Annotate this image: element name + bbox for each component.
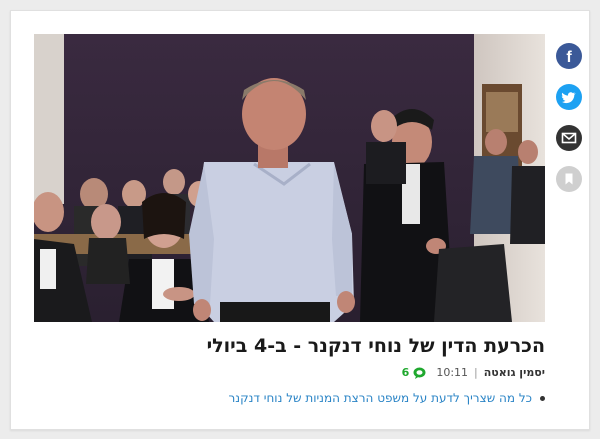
author-name[interactable]: יסמין גואטה — [484, 366, 545, 379]
comments-count: 6 — [401, 366, 410, 379]
twitter-share-button[interactable] — [556, 84, 582, 110]
share-bar: f — [556, 43, 582, 207]
related-article-link[interactable]: כל מה שצריך לדעת על משפט הרצת המניות של … — [229, 391, 532, 405]
article-headline[interactable]: הכרעת הדין של נוחי דנקנר - ב-4 ביולי — [33, 333, 545, 359]
facebook-icon: f — [566, 49, 572, 66]
related-article: כל מה שצריך לדעת על משפט הרצת המניות של … — [229, 391, 545, 405]
twitter-icon — [561, 92, 576, 104]
email-share-button[interactable] — [556, 125, 582, 151]
publish-time: 10:11 — [436, 366, 469, 379]
bookmark-icon — [565, 173, 573, 185]
email-icon — [561, 132, 577, 144]
article-card: f הכרעת הדין של נוחי דנקנר - ב-4 ביולי י… — [10, 10, 590, 430]
bookmark-button[interactable] — [556, 166, 582, 192]
comment-bubble-icon — [413, 367, 426, 379]
article-photo[interactable] — [34, 34, 545, 322]
facebook-share-button[interactable]: f — [556, 43, 582, 69]
courtroom-photo — [34, 34, 545, 322]
bullet-icon — [540, 395, 545, 401]
comments-count-button[interactable]: 6 — [402, 366, 427, 379]
meta-separator: | — [474, 366, 478, 379]
article-meta: יסמין גואטה | 10:11 6 — [402, 366, 545, 379]
svg-text:f: f — [566, 49, 572, 66]
